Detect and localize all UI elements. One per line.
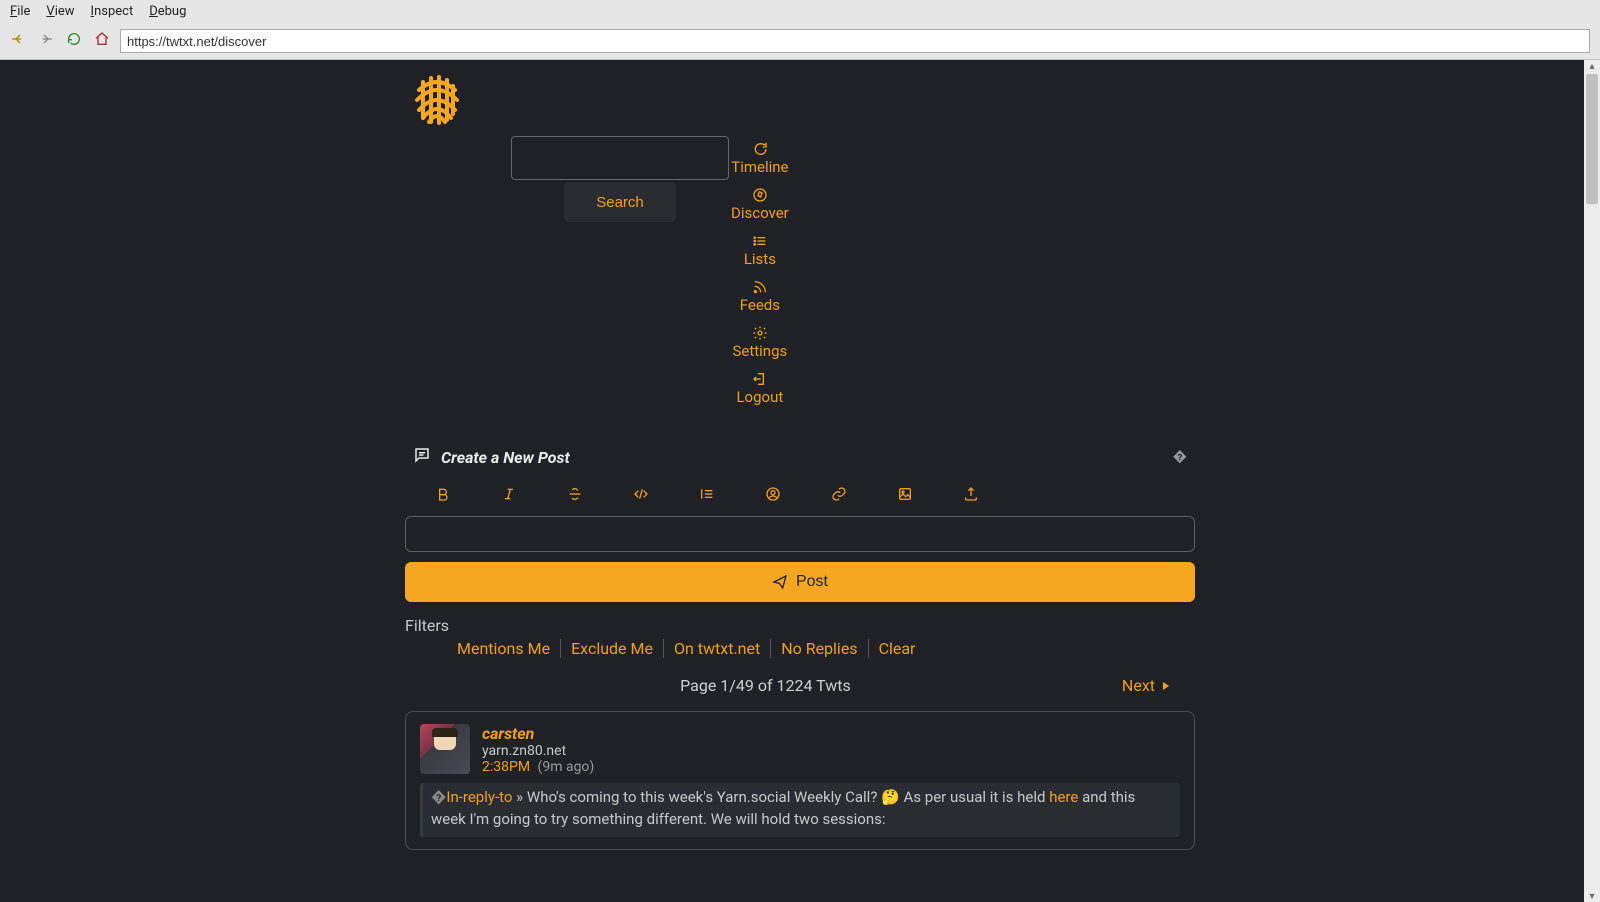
- nav-links: Timeline Discover Lists Feeds: [731, 136, 789, 412]
- nav-label: Settings: [732, 342, 787, 360]
- help-glyph[interactable]: �: [1173, 449, 1187, 465]
- upload-button[interactable]: [961, 484, 981, 504]
- post-body: �In-reply-to » Who's coming to this week…: [420, 783, 1180, 837]
- viewport: Search Timeline Discover Lists: [0, 60, 1600, 902]
- next-label: Next: [1122, 676, 1155, 695]
- filters-section: Filters Mentions Me Exclude Me On twtxt.…: [405, 616, 1195, 658]
- post-button[interactable]: Post: [405, 562, 1195, 602]
- logout-icon: [752, 370, 768, 388]
- compass-icon: [752, 186, 768, 204]
- scrollbar[interactable]: ▴ ▾: [1584, 60, 1600, 902]
- nav-label: Logout: [736, 388, 783, 406]
- pager: Page 1/49 of 1224 Twts Next: [405, 676, 1195, 695]
- nav-label: Timeline: [731, 158, 788, 176]
- image-button[interactable]: [895, 484, 915, 504]
- menu-file[interactable]: File: [10, 4, 30, 19]
- menu-bar: File View Inspect Debug: [0, 0, 1600, 23]
- forward-icon[interactable]: [38, 31, 54, 51]
- nav-timeline[interactable]: Timeline: [731, 136, 788, 182]
- chevron-right-icon: [1161, 681, 1171, 691]
- next-button[interactable]: Next: [1122, 676, 1171, 695]
- in-reply-to-link[interactable]: In-reply-to: [446, 788, 512, 806]
- gear-icon: [752, 324, 768, 342]
- link-button[interactable]: [829, 484, 849, 504]
- message-icon: [752, 140, 768, 158]
- nav-logout[interactable]: Logout: [736, 366, 783, 412]
- send-icon: [772, 574, 788, 590]
- menu-inspect[interactable]: Inspect: [91, 4, 134, 19]
- nav-settings[interactable]: Settings: [732, 320, 787, 366]
- post-time[interactable]: 2:38PM: [482, 759, 530, 775]
- filter-mentions-me[interactable]: Mentions Me: [447, 639, 561, 658]
- bold-button[interactable]: [433, 484, 453, 504]
- here-link[interactable]: here: [1049, 788, 1078, 806]
- filter-on-twtxt[interactable]: On twtxt.net: [664, 639, 771, 658]
- post-ago: (9m ago): [538, 759, 595, 775]
- menu-debug[interactable]: Debug: [149, 4, 186, 19]
- post-label: Post: [796, 573, 828, 591]
- compose-section: Create a New Post �: [405, 446, 1195, 602]
- filter-exclude-me[interactable]: Exclude Me: [561, 639, 664, 658]
- avatar[interactable]: [420, 724, 470, 774]
- strike-button[interactable]: [565, 484, 585, 504]
- scroll-up-icon[interactable]: ▴: [1587, 61, 1597, 71]
- mention-button[interactable]: [763, 484, 783, 504]
- nav-label: Feeds: [740, 296, 780, 314]
- compose-icon: [413, 446, 431, 468]
- nav-label: Discover: [731, 204, 789, 222]
- post-card: carsten yarn.zn80.net 2:38PM (9m ago) �I…: [405, 711, 1195, 850]
- reply-glyph: �: [431, 788, 446, 806]
- reload-icon[interactable]: [66, 31, 82, 51]
- post-author[interactable]: carsten: [482, 724, 594, 743]
- nav-discover[interactable]: Discover: [731, 182, 789, 228]
- scroll-thumb[interactable]: [1586, 74, 1598, 204]
- compose-input[interactable]: [405, 516, 1195, 552]
- back-icon[interactable]: [10, 31, 26, 51]
- home-icon[interactable]: [94, 31, 110, 51]
- nav-label: Lists: [744, 250, 776, 268]
- post-domain: yarn.zn80.net: [482, 743, 594, 759]
- url-bar[interactable]: [120, 29, 1590, 53]
- nav-lists[interactable]: Lists: [744, 228, 776, 274]
- filter-no-replies[interactable]: No Replies: [771, 639, 868, 658]
- page-info: Page 1/49 of 1224 Twts: [409, 676, 1122, 695]
- filter-clear[interactable]: Clear: [869, 639, 926, 658]
- filters-label: Filters: [405, 616, 1195, 635]
- search-button[interactable]: Search: [564, 182, 676, 222]
- page: Search Timeline Discover Lists: [0, 60, 1600, 902]
- menu-view[interactable]: View: [46, 4, 74, 19]
- nav-feeds[interactable]: Feeds: [740, 274, 780, 320]
- blockquote-button[interactable]: [697, 484, 717, 504]
- compose-toolbar: [405, 468, 1195, 514]
- rss-icon: [752, 278, 768, 296]
- italic-button[interactable]: [499, 484, 519, 504]
- compose-title: Create a New Post: [441, 448, 570, 467]
- code-button[interactable]: [631, 484, 651, 504]
- list-icon: [752, 232, 768, 250]
- logo[interactable]: [409, 72, 465, 128]
- browser-chrome: File View Inspect Debug: [0, 0, 1600, 60]
- browser-toolbar: [0, 23, 1600, 59]
- search-input[interactable]: [511, 136, 729, 180]
